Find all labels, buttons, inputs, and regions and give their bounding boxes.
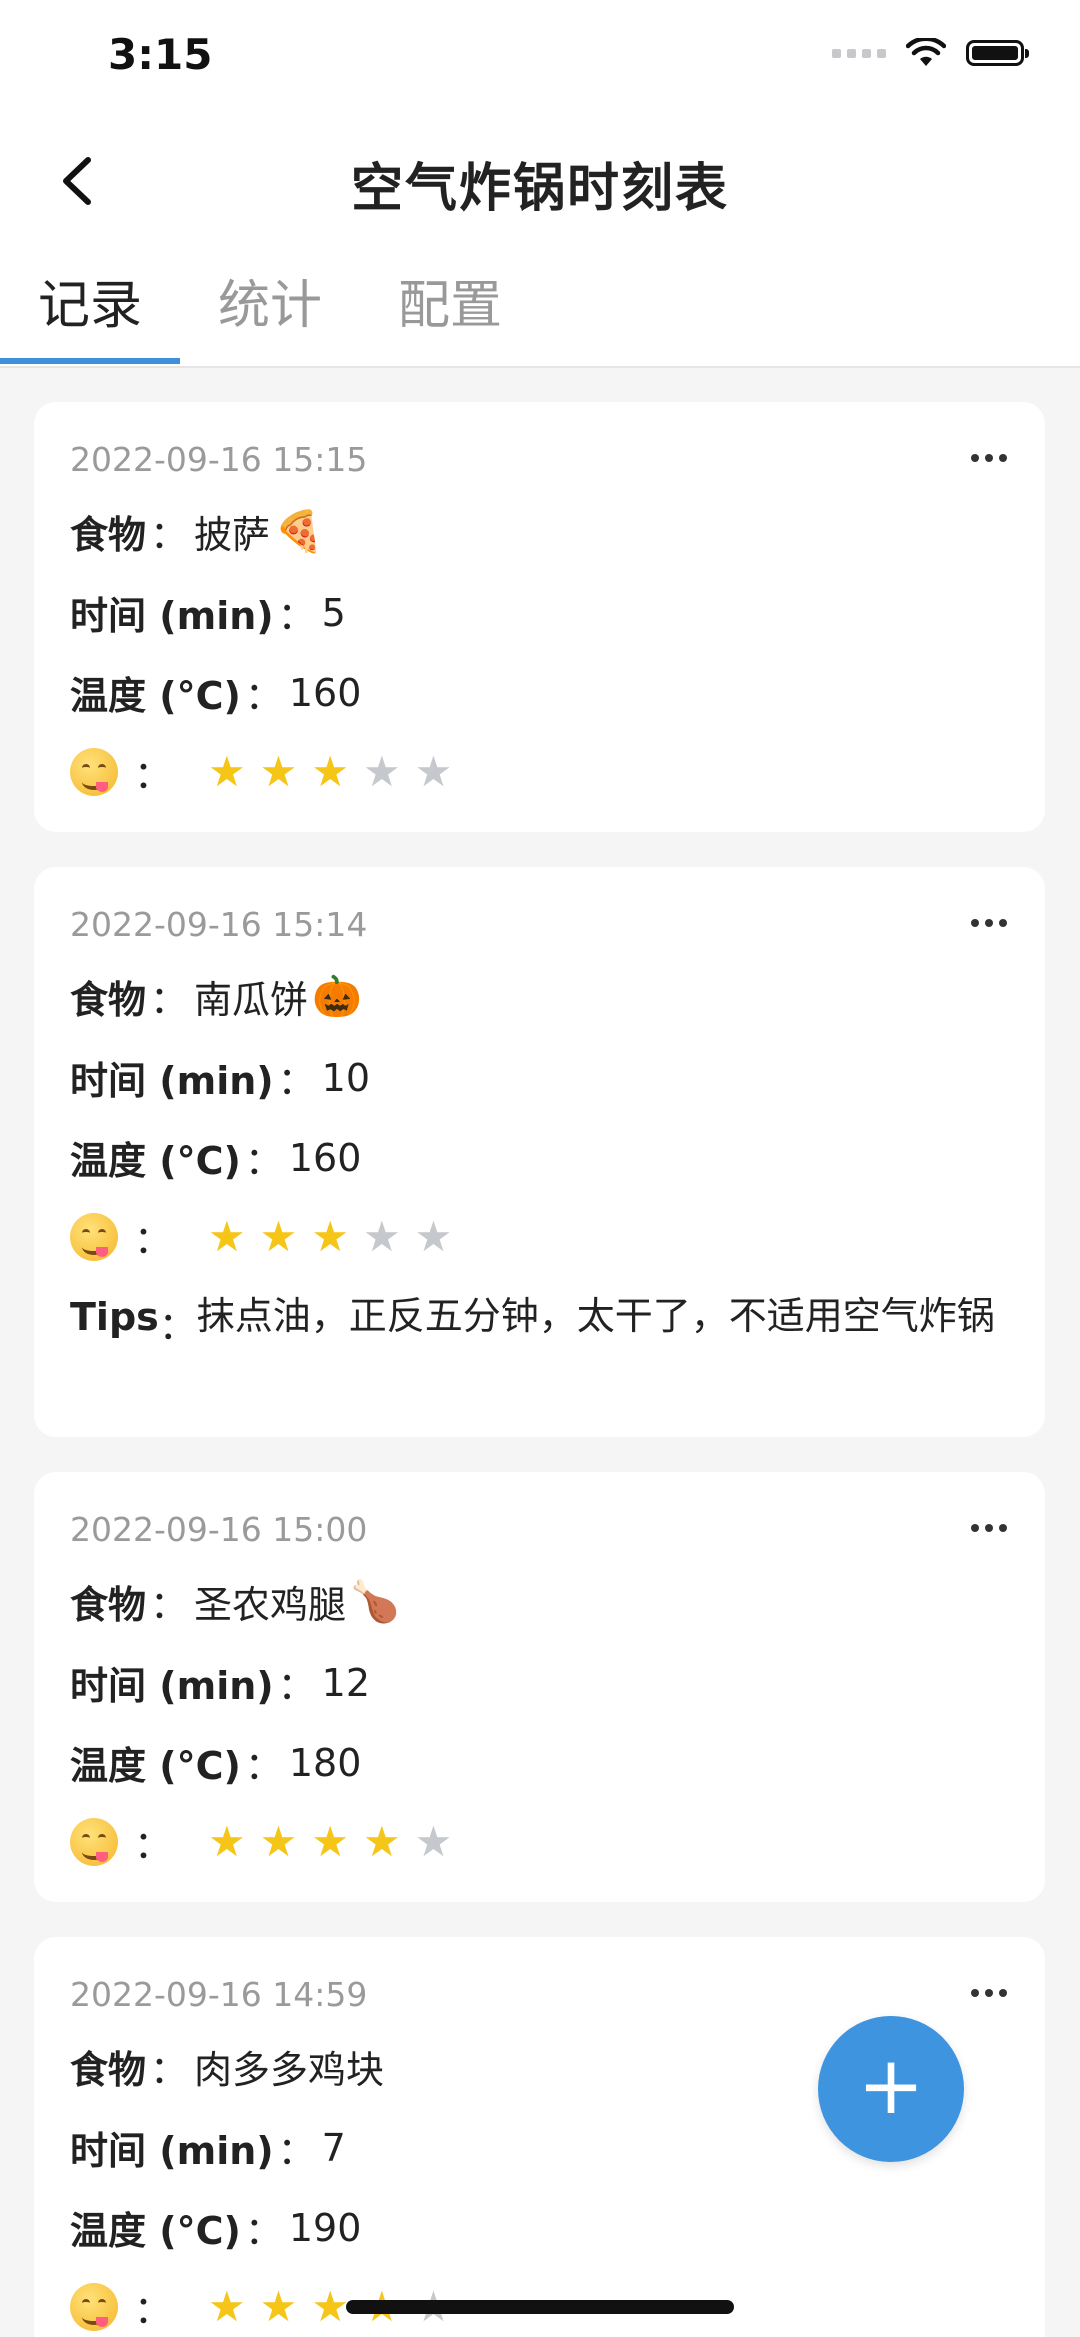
tips-value: 抹点油，正反五分钟，太干了，不适用空气炸锅	[196, 1294, 995, 1338]
more-options-button[interactable]	[971, 454, 1007, 462]
tips-label: Tips	[70, 1295, 159, 1339]
nav-bar: 空气炸锅时刻表	[0, 110, 1080, 250]
pizza-icon: 🍕	[274, 509, 324, 555]
temperature-value: 180	[288, 1740, 362, 1785]
food-value: 圣农鸡腿	[194, 1583, 347, 1627]
time-label: 时间 (min)	[70, 2129, 274, 2173]
food-value: 披萨	[194, 513, 271, 557]
star-rating[interactable]: ★ ★ ★ ★ ★	[208, 750, 453, 793]
record-card: 2022-09-16 15:00 食物： 圣农鸡腿 🍗 时间 (min)： 12 …	[34, 1472, 1045, 1902]
time-value: 10	[321, 1055, 371, 1100]
time-label: 时间 (min)	[70, 594, 274, 638]
status-icons	[832, 38, 1029, 68]
food-label: 食物	[70, 513, 147, 557]
star-filled-icon[interactable]: ★	[208, 2285, 246, 2328]
record-date: 2022-09-16 15:00	[70, 1510, 368, 1549]
more-options-button[interactable]	[971, 1524, 1007, 1532]
time-row: 时间 (min)： 10	[70, 1050, 370, 1105]
more-options-button[interactable]	[971, 1989, 1007, 1997]
food-label: 食物	[70, 2048, 147, 2092]
star-filled-icon[interactable]: ★	[208, 1215, 246, 1258]
star-filled-icon[interactable]: ★	[311, 1215, 349, 1258]
temperature-label: 温度 (°C)	[70, 2209, 241, 2253]
food-value: 肉多多鸡块	[194, 2048, 385, 2092]
yum-face-icon	[70, 1817, 118, 1866]
temperature-row: 温度 (°C)： 190	[70, 2200, 361, 2255]
tab-bar: 记录 统计 配置	[0, 250, 1080, 368]
time-row: 时间 (min)： 5	[70, 585, 346, 640]
star-empty-icon[interactable]: ★	[415, 1215, 453, 1258]
star-filled-icon[interactable]: ★	[260, 2285, 298, 2328]
cellular-signal-icon	[832, 48, 886, 58]
rating-row: ： ★★★★★	[70, 1209, 452, 1264]
record-date: 2022-09-16 15:14	[70, 905, 368, 944]
star-filled-icon[interactable]: ★	[311, 1820, 349, 1863]
wifi-icon	[906, 38, 946, 66]
star-filled-icon[interactable]: ★	[311, 750, 349, 793]
drumstick-icon: 🍗	[350, 1579, 400, 1625]
tab-statistics[interactable]: 统计	[180, 270, 360, 368]
status-bar: 3:15	[0, 0, 1080, 110]
star-filled-icon[interactable]: ★	[260, 750, 298, 793]
time-value: 7	[321, 2125, 346, 2170]
food-row: 食物： 南瓜饼 🎃	[70, 969, 362, 1024]
star-filled-icon[interactable]: ★	[208, 1820, 246, 1863]
temperature-row: 温度 (°C)： 160	[70, 1130, 361, 1185]
yum-face-icon	[70, 1212, 118, 1261]
time-row: 时间 (min)： 7	[70, 2120, 346, 2175]
time-label: 时间 (min)	[70, 1059, 274, 1103]
time-label: 时间 (min)	[70, 1664, 274, 1708]
record-card: 2022-09-16 15:15 食物： 披萨 🍕 时间 (min)： 5 温度 …	[34, 402, 1045, 832]
star-filled-icon[interactable]: ★	[260, 1215, 298, 1258]
temperature-value: 160	[288, 670, 362, 715]
food-row: 食物： 圣农鸡腿 🍗	[70, 1574, 400, 1629]
star-empty-icon[interactable]: ★	[415, 1820, 453, 1863]
time-row: 时间 (min)： 12	[70, 1655, 370, 1710]
star-empty-icon[interactable]: ★	[363, 750, 401, 793]
star-empty-icon[interactable]: ★	[363, 1215, 401, 1258]
temperature-label: 温度 (°C)	[70, 674, 241, 718]
food-label: 食物	[70, 1583, 147, 1627]
food-value: 南瓜饼	[194, 978, 309, 1022]
star-empty-icon[interactable]: ★	[415, 750, 453, 793]
add-record-button[interactable]: +	[818, 2016, 964, 2162]
star-filled-icon[interactable]: ★	[363, 1820, 401, 1863]
tab-records[interactable]: 记录	[0, 270, 180, 368]
temperature-label: 温度 (°C)	[70, 1744, 241, 1788]
yum-face-icon	[70, 747, 118, 796]
food-row: 食物： 肉多多鸡块	[70, 2039, 384, 2094]
screen: 3:15 空气炸锅时刻表 记录 统计 配置 2022-09-16 15:15 食…	[0, 0, 1080, 2337]
temperature-label: 温度 (°C)	[70, 1139, 241, 1183]
record-date: 2022-09-16 14:59	[70, 1975, 368, 2014]
tab-settings[interactable]: 配置	[360, 270, 540, 368]
rating-row: ： ★★★★★	[70, 744, 452, 799]
star-filled-icon[interactable]: ★	[208, 750, 246, 793]
record-card: 2022-09-16 15:14 食物： 南瓜饼 🎃 时间 (min)： 10 温…	[34, 867, 1045, 1437]
food-row: 食物： 披萨 🍕	[70, 504, 324, 559]
rating-row: ： ★★★★★	[70, 1814, 452, 1869]
active-tab-indicator	[0, 358, 180, 364]
pumpkin-icon: 🎃	[312, 974, 362, 1020]
tips-row: Tips： 抹点油，正反五分钟，太干了，不适用空气炸锅	[70, 1294, 1010, 1350]
time-value: 5	[321, 590, 346, 635]
star-filled-icon[interactable]: ★	[260, 1820, 298, 1863]
more-options-button[interactable]	[971, 919, 1007, 927]
page-title: 空气炸锅时刻表	[350, 159, 729, 219]
star-rating[interactable]: ★ ★ ★ ★ ★	[208, 1820, 453, 1863]
temperature-value: 190	[288, 2205, 362, 2250]
temperature-row: 温度 (°C)： 160	[70, 665, 361, 720]
star-filled-icon[interactable]: ★	[311, 2285, 349, 2328]
record-date: 2022-09-16 15:15	[70, 440, 368, 479]
home-indicator	[346, 2300, 734, 2314]
temperature-row: 温度 (°C)： 180	[70, 1735, 361, 1790]
status-time: 3:15	[108, 30, 213, 79]
yum-face-icon	[70, 2282, 118, 2331]
temperature-value: 160	[288, 1135, 362, 1180]
battery-icon	[966, 40, 1029, 66]
time-value: 12	[321, 1660, 371, 1705]
star-rating[interactable]: ★ ★ ★ ★ ★	[208, 1215, 453, 1258]
food-label: 食物	[70, 978, 147, 1022]
